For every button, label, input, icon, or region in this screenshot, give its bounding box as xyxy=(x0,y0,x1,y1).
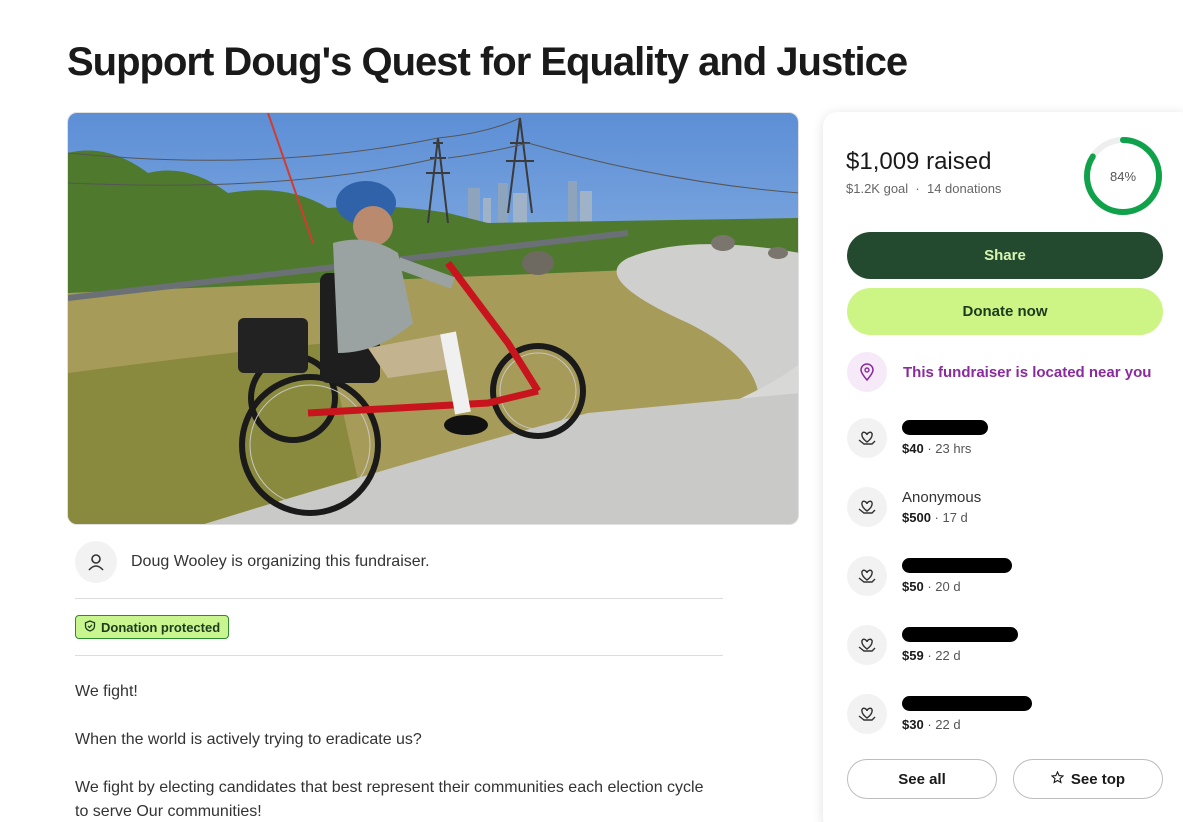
story-paragraph: We fight! xyxy=(75,683,138,700)
donation-meta: $50 · 20 d xyxy=(902,579,1012,594)
donor-name xyxy=(902,696,1032,714)
user-icon xyxy=(75,541,117,583)
see-top-button[interactable]: See top xyxy=(1013,759,1163,799)
donation-amount: $40 xyxy=(902,441,924,456)
see-all-label: See all xyxy=(898,770,946,788)
star-icon xyxy=(1050,770,1065,788)
donation-meta: $30 · 22 d xyxy=(902,717,1032,732)
donation-amount: $50 xyxy=(902,579,924,594)
donation-amount: $500 xyxy=(902,510,931,525)
donation-amount: $30 xyxy=(902,717,924,732)
progress-percent: 84% xyxy=(1109,168,1137,184)
redaction-mark xyxy=(902,627,1018,642)
donation-time: · 23 hrs xyxy=(927,441,972,456)
donation-time: · 20 d xyxy=(927,579,961,594)
donor-name xyxy=(902,627,1018,645)
donation-item: $50 · 20 d xyxy=(847,556,1012,596)
hero-image[interactable] xyxy=(67,112,799,525)
heart-hand-icon xyxy=(847,625,887,665)
donation-meta: $500 · 17 d xyxy=(902,510,981,525)
divider xyxy=(75,598,723,599)
amount-raised: $1,009 raised xyxy=(846,148,992,175)
heart-hand-icon xyxy=(847,418,887,458)
heart-hand-icon xyxy=(847,487,887,527)
page-title: Support Doug's Quest for Equality and Ju… xyxy=(67,40,908,84)
badge-label: Donation protected xyxy=(101,619,221,635)
donor-name: Anonymous xyxy=(902,489,982,506)
see-top-label: See top xyxy=(1070,770,1126,788)
location-pin-icon xyxy=(847,352,887,392)
organizer-row: Doug Wooley is organizing this fundraise… xyxy=(75,541,430,583)
share-button[interactable]: Share xyxy=(847,232,1163,279)
donation-item: $40 · 23 hrs xyxy=(847,418,988,458)
heart-hand-icon xyxy=(847,694,887,734)
donation-card: $1,009 raised $1.2K goal · 14 donations … xyxy=(823,112,1183,822)
goal-amount: $1.2K goal xyxy=(846,181,909,196)
donor-name xyxy=(902,420,988,438)
redaction-mark xyxy=(902,558,1012,573)
location-notice[interactable]: This fundraiser is located near you xyxy=(847,352,1151,392)
donation-amount: $59 xyxy=(902,648,924,663)
donation-protected-badge[interactable]: Donation protected xyxy=(75,615,230,639)
donation-time: · 17 d xyxy=(934,510,968,525)
donation-time: · 22 d xyxy=(927,717,961,732)
goal-separator: · xyxy=(915,181,920,196)
donor-name xyxy=(902,558,1012,576)
location-text: This fundraiser is located near you xyxy=(903,363,1152,381)
donation-item: $30 · 22 d xyxy=(847,694,1032,734)
donate-button[interactable]: Donate now xyxy=(847,288,1163,335)
donation-item: $59 · 22 d xyxy=(847,625,1018,665)
shield-icon xyxy=(84,619,96,635)
donation-time: · 22 d xyxy=(927,648,961,663)
story-paragraph: When the world is actively trying to era… xyxy=(75,731,422,748)
redaction-mark xyxy=(902,696,1032,711)
redaction-mark xyxy=(902,420,988,435)
organizer-text: Doug Wooley is organizing this fundraise… xyxy=(131,553,430,570)
donation-meta: $40 · 23 hrs xyxy=(902,441,988,456)
heart-hand-icon xyxy=(847,556,887,596)
donation-meta: $59 · 22 d xyxy=(902,648,1018,663)
divider xyxy=(75,655,723,656)
story-paragraph: We fight by electing candidates that bes… xyxy=(75,779,704,820)
goal-summary: $1.2K goal · 14 donations xyxy=(846,181,1001,196)
see-all-button[interactable]: See all xyxy=(847,759,997,799)
donation-item: Anonymous $500 · 17 d xyxy=(847,487,981,527)
donation-count: 14 donations xyxy=(926,181,1002,196)
